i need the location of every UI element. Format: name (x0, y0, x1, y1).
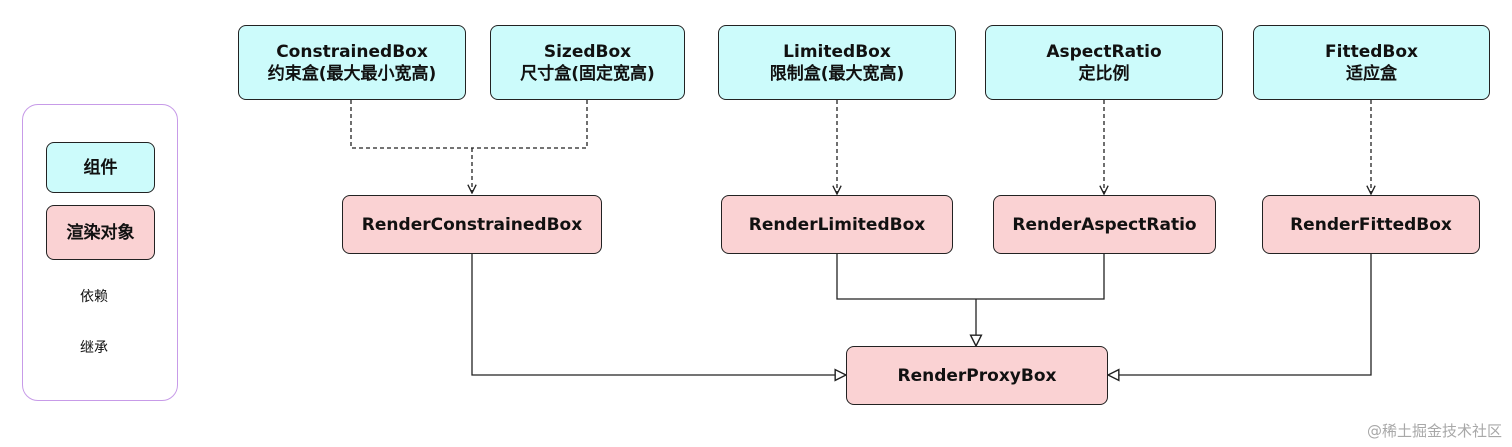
widget-sizedbox: SizedBox 尺寸盒(固定宽高) (490, 25, 685, 100)
render-proxybox: RenderProxyBox (846, 346, 1108, 405)
render-fittedbox: RenderFittedBox (1262, 195, 1480, 254)
widget-fittedbox-desc: 适应盒 (1346, 63, 1397, 84)
render-limitedbox-label: RenderLimitedBox (748, 214, 926, 235)
widget-aspectratio-desc: 定比例 (1078, 63, 1130, 84)
legend-render-swatch: 渲染对象 (46, 205, 155, 260)
widget-fittedbox: FittedBox 适应盒 (1253, 25, 1490, 100)
render-constrainedbox-label: RenderConstrainedBox (361, 214, 583, 235)
widget-limitedbox-desc: 限制盒(最大宽高) (769, 63, 905, 84)
widget-constrainedbox-name: ConstrainedBox (276, 41, 428, 62)
widget-limitedbox: LimitedBox 限制盒(最大宽高) (718, 25, 956, 100)
render-fittedbox-label: RenderFittedBox (1290, 214, 1452, 235)
render-proxybox-label: RenderProxyBox (897, 365, 1057, 386)
widget-fittedbox-name: FittedBox (1325, 41, 1418, 62)
widget-constrainedbox: ConstrainedBox 约束盒(最大最小宽高) (238, 25, 466, 100)
widget-aspectratio-name: AspectRatio (1046, 41, 1162, 62)
watermark: @稀土掘金技术社区 (1366, 422, 1502, 440)
legend-inheritance-label: 继承 (80, 340, 108, 356)
inherit-render-fitted (1108, 254, 1372, 375)
legend-dependency-label: 依赖 (80, 289, 108, 305)
widget-sizedbox-name: SizedBox (543, 41, 632, 62)
inherit-render-constrained (471, 254, 846, 375)
widget-limitedbox-name: LimitedBox (783, 41, 891, 62)
dep-constrainedbox (350, 100, 472, 149)
inherit-render-limited (836, 254, 976, 300)
render-constrainedbox: RenderConstrainedBox (342, 195, 602, 254)
widget-sizedbox-desc: 尺寸盒(固定宽高) (520, 63, 655, 84)
widget-aspectratio: AspectRatio 定比例 (985, 25, 1223, 100)
legend-widget-label: 组件 (83, 157, 118, 178)
render-aspectratio: RenderAspectRatio (993, 195, 1216, 254)
widget-constrainedbox-desc: 约束盒(最大最小宽高) (267, 63, 437, 84)
dep-sizedbox (472, 100, 588, 149)
legend-widget-swatch: 组件 (46, 142, 155, 193)
render-aspectratio-label: RenderAspectRatio (1012, 214, 1197, 235)
inherit-render-aspect (976, 254, 1105, 300)
legend-render-label: 渲染对象 (66, 222, 135, 243)
render-limitedbox: RenderLimitedBox (721, 195, 953, 254)
